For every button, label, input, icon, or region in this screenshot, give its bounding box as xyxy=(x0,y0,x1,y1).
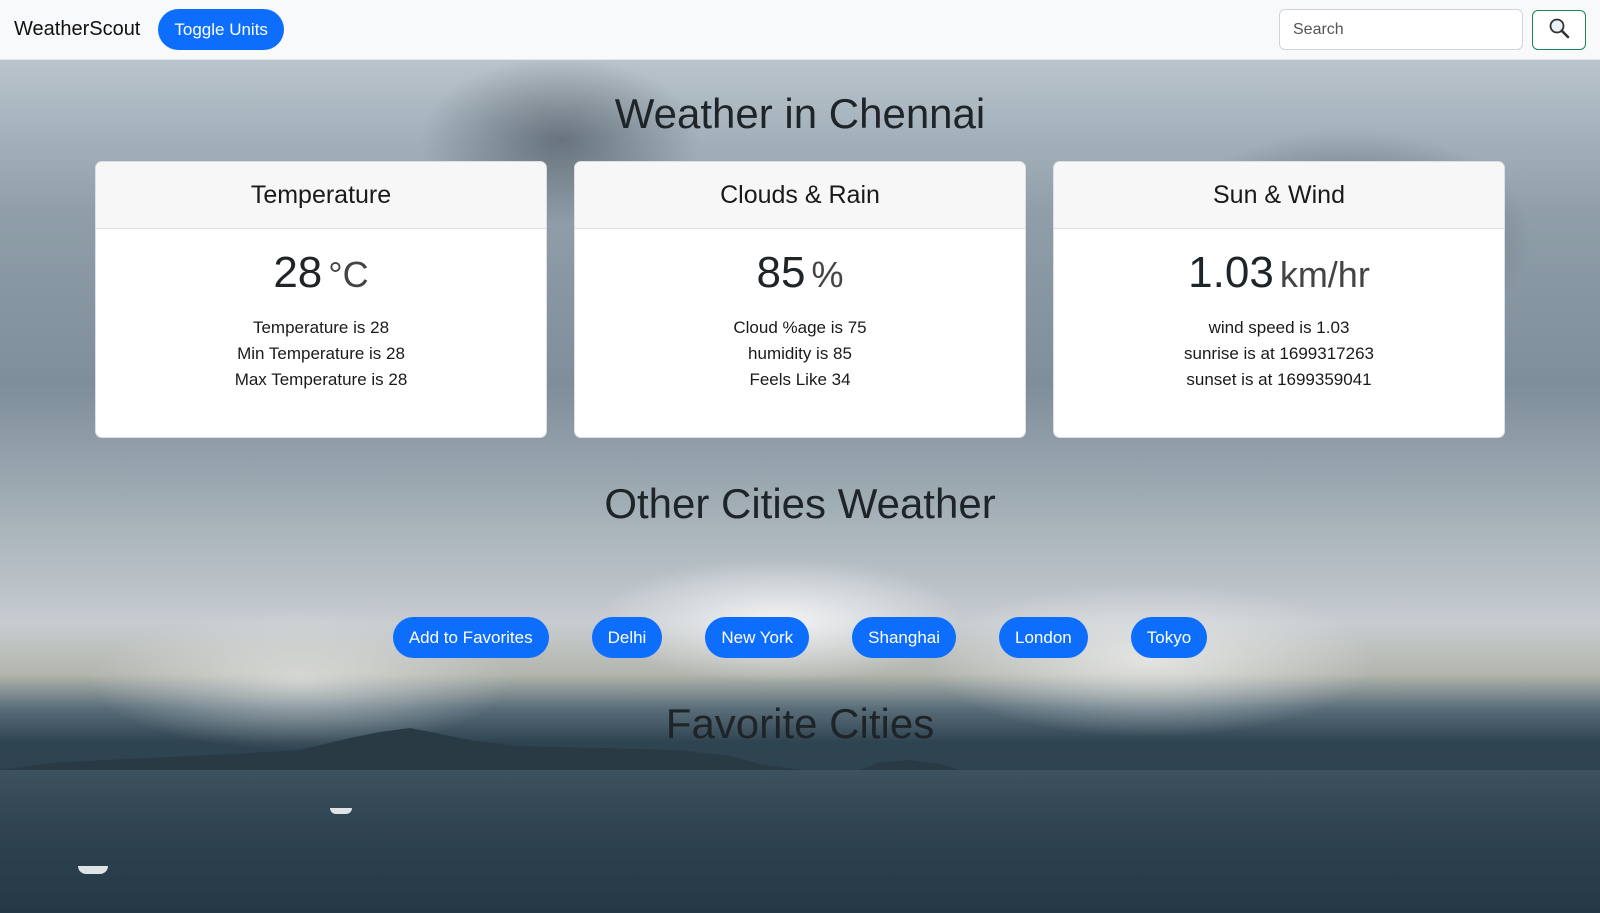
detail-line: humidity is 85 xyxy=(748,344,852,364)
toggle-units-button[interactable]: Toggle Units xyxy=(158,9,284,50)
other-cities-title: Other Cities Weather xyxy=(604,480,996,527)
detail-line: wind speed is 1.03 xyxy=(1208,318,1350,338)
city-button-delhi[interactable]: Delhi xyxy=(591,617,663,658)
detail-lines: wind speed is 1.03 sunrise is at 1699317… xyxy=(1054,315,1504,393)
detail-line: Temperature is 28 xyxy=(252,318,390,338)
detail-line: sunset is at 1699359041 xyxy=(1186,370,1372,390)
city-button-shanghai[interactable]: Shanghai xyxy=(852,617,957,658)
boat xyxy=(330,808,352,814)
background-scene: Weather in Chennai Temperature 28 °C Temp… xyxy=(0,60,1600,913)
value: 85 xyxy=(756,248,806,297)
unit: °C xyxy=(328,254,369,295)
favorite-cities-title: Favorite Cities xyxy=(665,700,935,747)
detail-line: Min Temperature is 28 xyxy=(237,344,405,364)
wind-value: 1.03 km/hr xyxy=(1054,248,1504,297)
add-to-favorites-button[interactable]: Add to Favorites xyxy=(392,617,549,658)
card-header: Sun & Wind xyxy=(1054,162,1504,229)
city-button-tokyo[interactable]: Tokyo xyxy=(1130,617,1208,658)
sea xyxy=(0,770,1600,913)
detail-line: Max Temperature is 28 xyxy=(234,370,408,390)
temperature-value: 28 °C xyxy=(96,248,546,297)
value: 28 xyxy=(273,248,323,297)
detail-line: Feels Like 34 xyxy=(749,370,851,390)
navbar: WeatherScout Toggle Units xyxy=(0,0,1600,60)
humidity-value: 85% xyxy=(575,248,1025,297)
card-header: Clouds & Rain xyxy=(575,162,1025,229)
detail-lines: Temperature is 28 Min Temperature is 28 … xyxy=(96,315,546,393)
detail-lines: Cloud %age is 75 humidity is 85 Feels Li… xyxy=(575,315,1025,393)
sun-wind-card: Sun & Wind 1.03 km/hr wind speed is 1.03 … xyxy=(1053,161,1505,438)
detail-line: sunrise is at 1699317263 xyxy=(1184,344,1374,364)
card-body: 28 °C Temperature is 28 Min Temperature i… xyxy=(96,229,546,393)
card-body: 1.03 km/hr wind speed is 1.03 sunrise is … xyxy=(1054,229,1504,393)
weather-cards: Temperature 28 °C Temperature is 28 Min T… xyxy=(95,161,1505,438)
city-button-london[interactable]: London xyxy=(999,617,1088,658)
unit: % xyxy=(811,254,844,295)
clouds-rain-card: Clouds & Rain 85% Cloud %age is 75 humid… xyxy=(574,161,1026,438)
search-input[interactable] xyxy=(1279,9,1523,50)
page-title: Weather in Chennai xyxy=(614,90,986,137)
card-body: 85% Cloud %age is 75 humidity is 85 Feel… xyxy=(575,229,1025,393)
magnifier-icon xyxy=(1548,17,1570,42)
unit: km/hr xyxy=(1279,254,1370,295)
card-header: Temperature xyxy=(96,162,546,229)
search-form xyxy=(1279,9,1586,50)
city-button-new-york[interactable]: New York xyxy=(705,617,810,658)
boat xyxy=(78,866,108,874)
brand-logo[interactable]: WeatherScout xyxy=(14,18,140,41)
temperature-card: Temperature 28 °C Temperature is 28 Min T… xyxy=(95,161,547,438)
detail-line: Cloud %age is 75 xyxy=(733,318,867,338)
search-button[interactable] xyxy=(1532,9,1586,50)
value: 1.03 xyxy=(1188,248,1274,297)
city-buttons: Add to Favorites Delhi New York Shanghai… xyxy=(0,617,1600,658)
